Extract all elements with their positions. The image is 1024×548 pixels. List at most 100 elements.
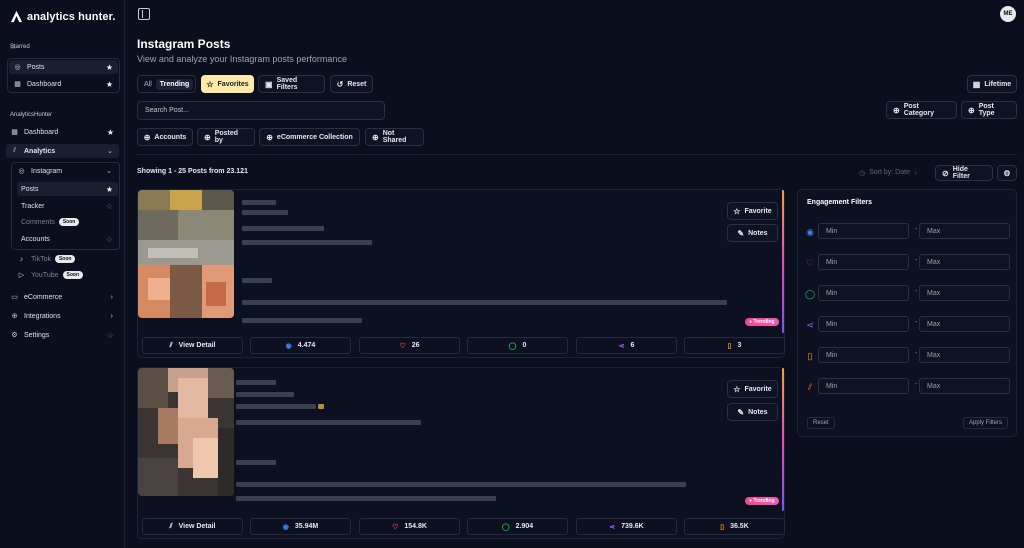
star-filled-icon[interactable]: ★ xyxy=(107,128,114,137)
results-count: Showing 1 - 25 Posts from 23.121 xyxy=(137,168,248,175)
sidebar-item-tracker[interactable]: Tracker ☆ xyxy=(17,199,118,213)
saves-min-input[interactable]: Min xyxy=(818,347,909,363)
post-thumbnail[interactable] xyxy=(138,190,234,318)
notes-button[interactable]: ✎ Notes xyxy=(727,224,778,242)
comments-min-input[interactable]: Min xyxy=(818,285,909,301)
star-outline-icon[interactable]: ☆ xyxy=(106,235,113,244)
starred-item-dashboard[interactable]: ▦ Dashboard ★ xyxy=(9,77,118,91)
notes-button[interactable]: ✎ Notes xyxy=(727,403,778,421)
chevron-right-icon: › xyxy=(110,312,113,320)
star-filled-icon[interactable]: ★ xyxy=(106,185,113,194)
growth-min-input[interactable]: Min xyxy=(818,378,909,394)
sidebar-item-ecommerce[interactable]: ▭ eCommerce › xyxy=(6,290,119,304)
favorites-button[interactable]: ☆ Favorites xyxy=(201,75,254,93)
saves-max-input[interactable]: Max xyxy=(919,347,1010,363)
sidebar-item-label: Instagram xyxy=(31,167,63,175)
saved-filters-label: Saved Filters xyxy=(276,77,298,91)
sidebar-item-instagram[interactable]: ◎ Instagram ⌄ xyxy=(13,164,118,178)
edit-icon: ✎ xyxy=(737,228,745,238)
brand-name: analytics hunter. xyxy=(27,10,116,23)
not-shared-filter-button[interactable]: ⊕ Not Shared xyxy=(365,128,424,146)
avatar[interactable]: ME xyxy=(1000,6,1016,22)
chevron-down-icon: ⌄ xyxy=(107,148,113,155)
comments-stat: ◯ 2.904 xyxy=(467,518,568,535)
sidebar-item-integrations[interactable]: ⊕ Integrations › xyxy=(6,309,119,323)
comments-stat: ◯ 0 xyxy=(467,337,568,354)
sidebar-item-label: Posts xyxy=(21,185,39,193)
views-max-input[interactable]: Max xyxy=(919,223,1010,239)
starred-item-posts[interactable]: ◎ Posts ★ xyxy=(9,60,118,74)
brand-logo[interactable]: analytics hunter. xyxy=(10,10,116,23)
trending-accent xyxy=(782,190,784,333)
likes-min-input[interactable]: Min xyxy=(818,254,909,270)
views-stat: ◉ 35.94M xyxy=(250,518,351,535)
sidebar-item-youtube: ▷ YouTube Soon xyxy=(13,268,118,282)
date-range-button[interactable]: ▦ Lifetime xyxy=(967,75,1017,93)
blurred-text xyxy=(236,380,276,385)
blurred-text xyxy=(242,318,362,323)
calendar-icon: ▦ xyxy=(972,79,981,89)
sidebar-item-analytics[interactable]: ⫽ Analytics ⌄ xyxy=(6,144,119,158)
post-type-button[interactable]: ⊕ Post Type xyxy=(961,101,1017,119)
accounts-filter-button[interactable]: ⊕ Accounts xyxy=(137,128,193,146)
likes-stat: ♡ 154.8K xyxy=(359,518,460,535)
post-category-button[interactable]: ⊕ Post Category xyxy=(886,101,957,119)
apply-filters-button[interactable]: Apply Filters xyxy=(962,417,1008,429)
toggle-all[interactable]: All xyxy=(140,79,156,90)
shares-max-input[interactable]: Max xyxy=(919,316,1010,332)
sidebar-item-settings[interactable]: ⚙ Settings ☆ xyxy=(6,328,119,342)
posted-by-filter-button[interactable]: ⊕ Posted by xyxy=(197,128,255,146)
view-detail-button[interactable]: ⫽ View Detail xyxy=(142,518,243,535)
growth-max-input[interactable]: Max xyxy=(919,378,1010,394)
hide-filter-label: Hide Filter xyxy=(952,166,970,180)
sidebar-toggle-icon[interactable] xyxy=(138,8,150,20)
filter-row-saves: ▯ Min - Max xyxy=(804,347,1012,363)
range-separator: - xyxy=(915,350,918,357)
plug-icon: ⊕ xyxy=(11,313,18,320)
toggle-trending[interactable]: Trending xyxy=(155,78,194,90)
post-thumbnail[interactable] xyxy=(138,368,234,496)
star-outline-icon[interactable]: ☆ xyxy=(107,331,114,340)
comments-max-input[interactable]: Max xyxy=(919,285,1010,301)
plus-circle-icon: ⊕ xyxy=(893,105,900,115)
trending-label: Trending xyxy=(753,498,775,504)
view-detail-button[interactable]: ⫽ View Detail xyxy=(142,337,243,354)
blurred-text xyxy=(242,240,372,245)
sidebar-item-label: YouTube xyxy=(31,271,59,279)
star-outline-icon: ☆ xyxy=(206,79,214,89)
sidebar-item-accounts[interactable]: Accounts ☆ xyxy=(17,232,118,246)
saved-filters-button[interactable]: ▣ Saved Filters xyxy=(258,75,325,93)
favorite-button[interactable]: ☆ Favorite xyxy=(727,202,778,220)
ecommerce-collection-filter-button[interactable]: ⊕ eCommerce Collection xyxy=(259,128,360,146)
search-input[interactable]: Search Post... xyxy=(137,101,385,120)
likes-max-input[interactable]: Max xyxy=(919,254,1010,270)
sort-label: Sort by: Date xyxy=(869,169,910,176)
favorite-button[interactable]: ☆ Favorite xyxy=(727,380,778,398)
filter-row-shares: ⋖ Min - Max xyxy=(804,316,1012,332)
soon-badge: Soon xyxy=(54,255,76,263)
star-outline-icon[interactable]: ☆ xyxy=(106,202,113,211)
sort-dropdown[interactable]: ◷ Sort by: Date ↓ xyxy=(855,165,931,180)
star-filled-icon[interactable]: ★ xyxy=(106,80,113,89)
heart-icon: ♡ xyxy=(399,342,406,350)
reset-button[interactable]: ↺ Reset xyxy=(330,75,373,93)
notes-label: Notes xyxy=(748,229,768,237)
sidebar-item-posts[interactable]: Posts ★ xyxy=(17,182,118,196)
star-filled-icon[interactable]: ★ xyxy=(106,63,113,72)
views-min-input[interactable]: Min xyxy=(818,223,909,239)
filters-reset-button[interactable]: Reset xyxy=(807,417,835,429)
shares-min-input[interactable]: Min xyxy=(818,316,909,332)
post-image xyxy=(138,190,234,318)
blurred-text xyxy=(236,496,496,501)
sidebar-item-dashboard[interactable]: ▦ Dashboard ★ xyxy=(6,125,119,139)
post-category-label: Post Category xyxy=(903,103,935,117)
sidebar-item-tiktok: ♪ TikTok Soon xyxy=(13,252,118,266)
filter-row-growth: ⫽ Min - Max xyxy=(804,378,1012,394)
settings-button[interactable]: ⚙ xyxy=(997,165,1017,181)
range-separator: - xyxy=(915,257,918,264)
sidebar: analytics hunter. Starred ☆ ◎ Posts ★ ▦ … xyxy=(0,0,125,548)
hide-filter-button[interactable]: ⊘ Hide Filter xyxy=(935,165,993,181)
comments-value: 2.904 xyxy=(515,523,534,530)
chevron-down-icon: ⌄ xyxy=(106,168,112,175)
divider xyxy=(137,154,1017,155)
